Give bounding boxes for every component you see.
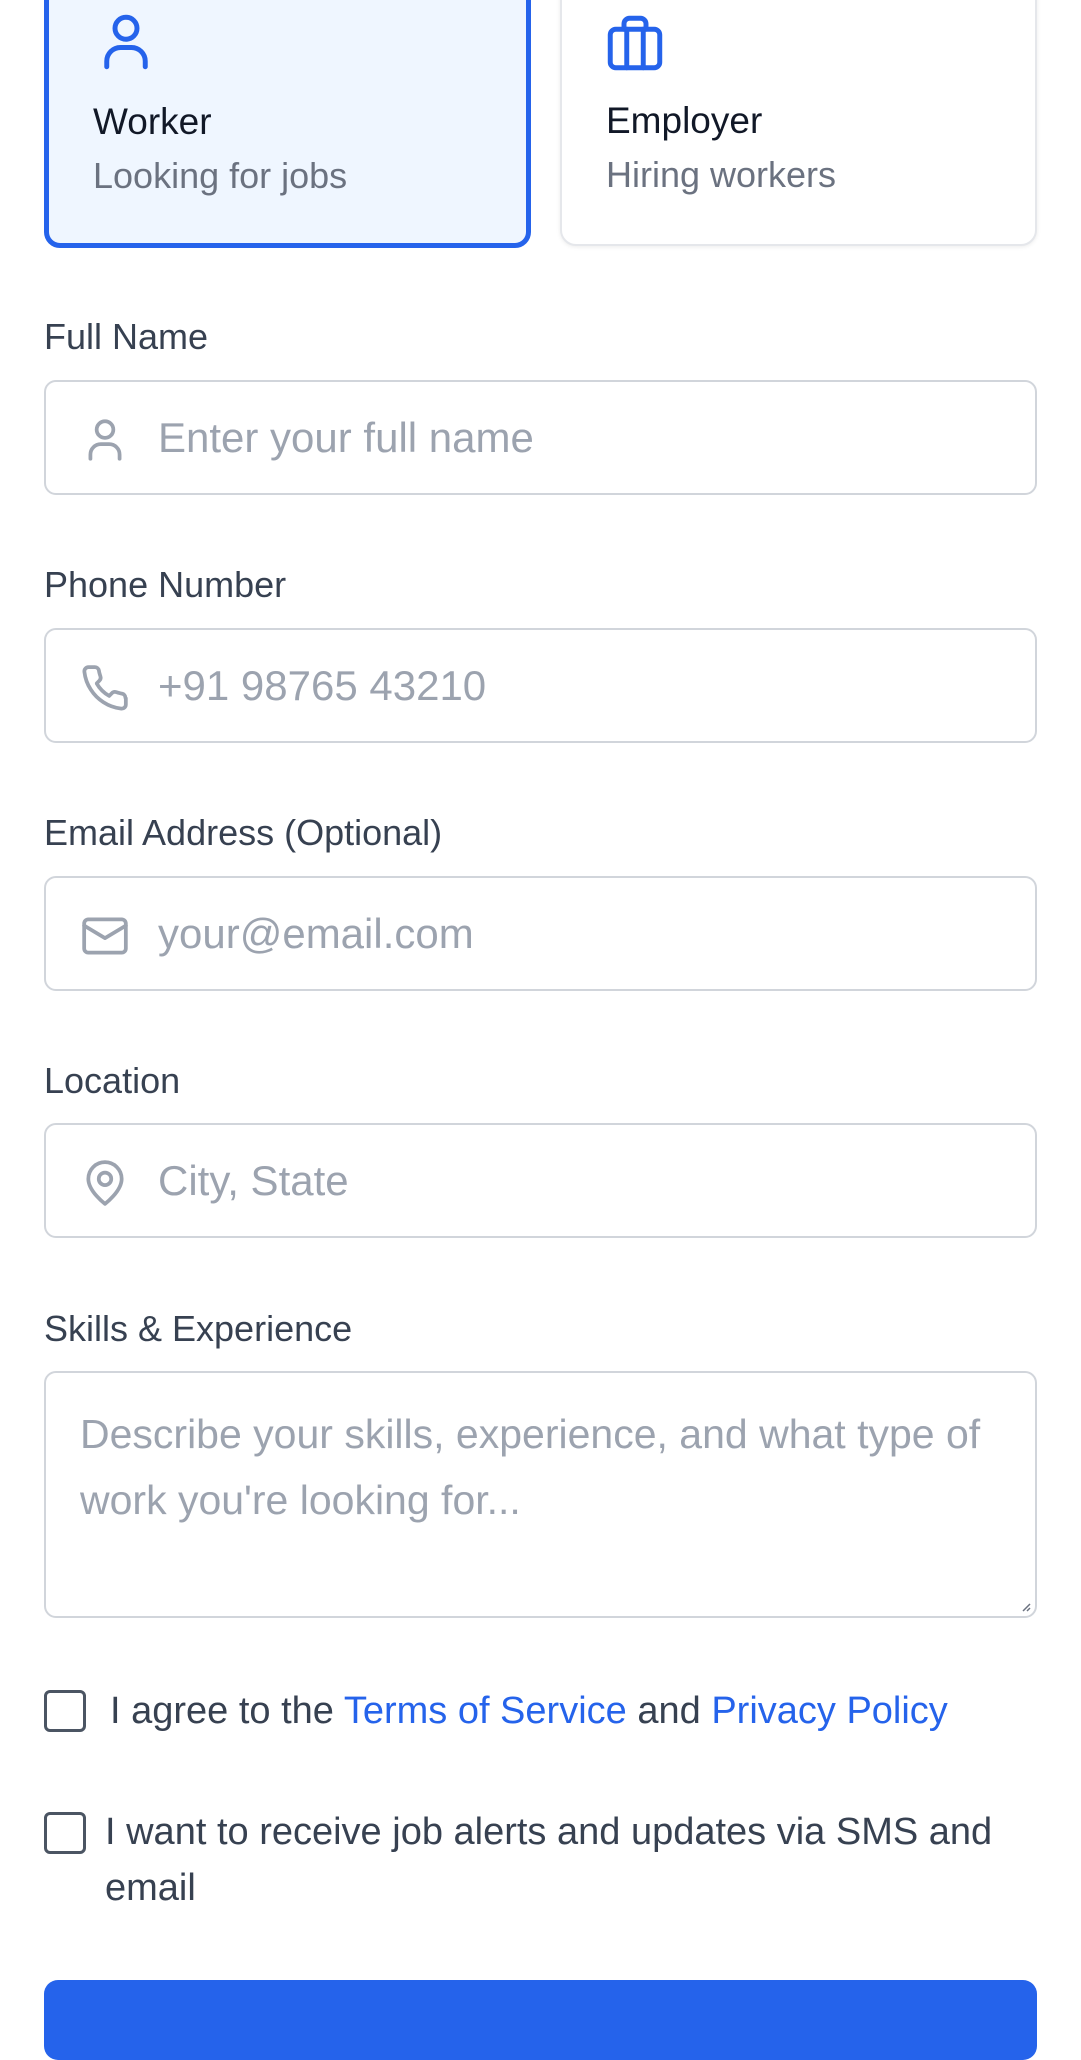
signup-form: Worker Looking for jobs Employer Hiring …	[44, 0, 1037, 1909]
skills-textarea[interactable]	[80, 1401, 1000, 1601]
role-card-employer[interactable]: Employer Hiring workers	[560, 0, 1037, 246]
alerts-checkbox[interactable]	[44, 1812, 86, 1854]
phone-input[interactable]	[158, 630, 998, 741]
phone-field[interactable]	[44, 628, 1037, 743]
role-card-worker[interactable]: Worker Looking for jobs	[44, 0, 531, 248]
email-input[interactable]	[158, 878, 998, 989]
full-name-label: Full Name	[44, 316, 209, 357]
map-pin-icon	[86, 1160, 124, 1206]
location-field[interactable]	[44, 1123, 1037, 1238]
role-title: Employer	[606, 100, 763, 141]
role-subtitle: Hiring workers	[606, 154, 837, 195]
briefcase-icon	[607, 15, 663, 71]
phone-label: Phone Number	[44, 564, 287, 605]
user-icon	[88, 419, 122, 461]
terms-and: and	[637, 1690, 701, 1732]
location-input[interactable]	[158, 1125, 998, 1236]
user-icon	[104, 14, 148, 70]
full-name-input[interactable]	[158, 382, 998, 493]
terms-of-service-link[interactable]: Terms of Service	[344, 1690, 627, 1732]
privacy-policy-link[interactable]: Privacy Policy	[711, 1690, 948, 1732]
submit-button[interactable]	[44, 1980, 1037, 2060]
mail-icon	[82, 917, 128, 955]
alerts-text: I want to receive job alerts and updates…	[105, 1811, 993, 1909]
phone-icon	[82, 665, 128, 711]
email-field[interactable]	[44, 876, 1037, 991]
skills-field[interactable]	[44, 1371, 1037, 1618]
role-subtitle: Looking for jobs	[93, 155, 348, 196]
skills-label: Skills & Experience	[44, 1308, 353, 1349]
terms-text: I agree to the Terms of Service and Priv…	[110, 1683, 948, 1739]
role-selector: Worker Looking for jobs Employer Hiring …	[44, 0, 1037, 252]
full-name-field[interactable]	[44, 380, 1037, 495]
location-label: Location	[44, 1060, 181, 1101]
role-title: Worker	[93, 101, 212, 142]
terms-prefix: I agree to the	[110, 1690, 334, 1732]
resize-handle-icon[interactable]	[1019, 1600, 1031, 1612]
terms-checkbox[interactable]	[44, 1690, 86, 1732]
email-label: Email Address (Optional)	[44, 812, 443, 853]
